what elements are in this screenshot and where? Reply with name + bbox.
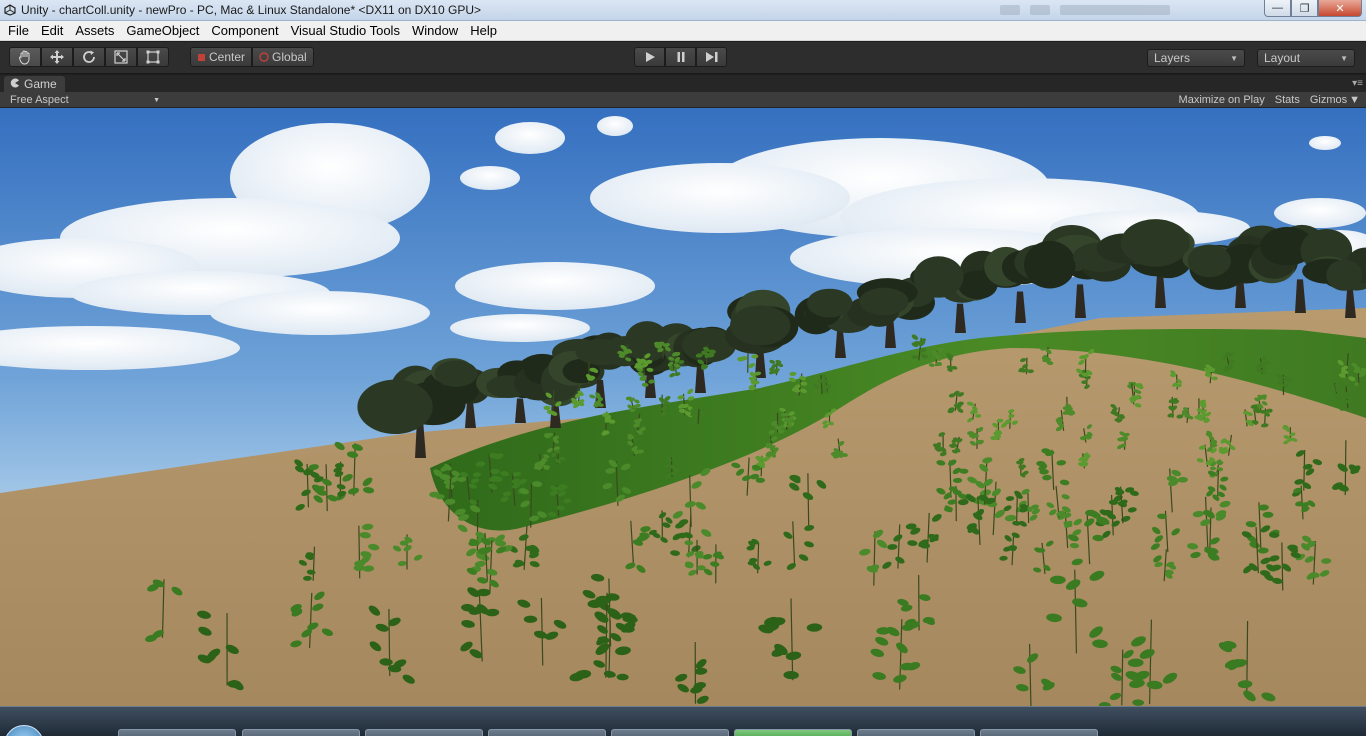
menu-help[interactable]: Help [464, 21, 503, 41]
menu-window[interactable]: Window [406, 21, 464, 41]
game-panel-tabbar: Game ▾≡ [0, 75, 1366, 92]
window-title: Unity - chartColl.unity - newPro - PC, M… [21, 3, 481, 17]
menu-gameobject[interactable]: GameObject [120, 21, 205, 41]
maximize-on-play-toggle[interactable]: Maximize on Play [1179, 94, 1265, 106]
gizmos-toggle[interactable]: Gizmos [1310, 94, 1347, 106]
os-taskbar [0, 706, 1366, 736]
window-title-bar: Unity - chartColl.unity - newPro - PC, M… [0, 0, 1366, 21]
scale-icon [113, 49, 129, 65]
step-icon [705, 51, 719, 63]
rect-tool-button[interactable] [137, 47, 169, 67]
step-button[interactable] [696, 47, 727, 67]
windows-start-icon[interactable] [4, 725, 44, 736]
pause-button[interactable] [665, 47, 696, 67]
play-button[interactable] [634, 47, 665, 67]
layout-dropdown[interactable]: Layout ▼ [1257, 49, 1355, 67]
taskbar-button-active[interactable] [734, 729, 852, 736]
taskbar-button[interactable] [980, 729, 1098, 736]
chevron-down-icon: ▼ [1230, 53, 1238, 63]
pivot-tools: Center Global [190, 47, 314, 67]
layers-dropdown[interactable]: Layers ▼ [1147, 49, 1245, 67]
menu-assets[interactable]: Assets [69, 21, 120, 41]
taskbar-button[interactable] [857, 729, 975, 736]
layout-label: Layout [1264, 51, 1301, 65]
play-controls [634, 47, 727, 67]
aspect-label: Free Aspect [10, 94, 69, 106]
menu-component[interactable]: Component [205, 21, 284, 41]
pivot-rotation-toggle[interactable]: Global [252, 47, 314, 67]
taskbar-button[interactable] [611, 729, 729, 736]
unity-logo-icon [3, 3, 17, 17]
taskbar-button[interactable] [242, 729, 360, 736]
layers-label: Layers [1154, 51, 1191, 65]
global-icon [259, 52, 269, 62]
game-tab-label: Game [24, 77, 57, 91]
rotate-icon [81, 49, 97, 65]
taskbar-button[interactable] [488, 729, 606, 736]
game-scene [0, 108, 1366, 706]
close-icon: ✕ [1335, 2, 1345, 15]
rect-icon [145, 49, 161, 65]
game-view-viewport[interactable] [0, 108, 1366, 706]
transform-tools [9, 47, 169, 67]
game-pacman-icon [10, 77, 20, 91]
pivot-mode-toggle[interactable]: Center [190, 47, 253, 67]
move-arrows-icon [49, 49, 65, 65]
hand-icon [17, 49, 33, 65]
close-button[interactable]: ✕ [1318, 0, 1362, 17]
editor-toolbar: Center Global Layers ▼ Layout ▼ [0, 42, 1366, 74]
menu-bar: File Edit Assets GameObject Component Vi… [0, 21, 1366, 41]
game-view-controls: Free Aspect ▼ Maximize on Play Stats Giz… [0, 92, 1366, 108]
pivot-mode-label: Center [209, 50, 246, 64]
chevron-down-icon[interactable]: ▼ [1349, 94, 1360, 106]
play-icon [644, 51, 656, 63]
pivot-rotation-label: Global [272, 50, 307, 64]
hand-tool-button[interactable] [9, 47, 41, 67]
taskbar-button[interactable] [118, 729, 236, 736]
tab-game[interactable]: Game [4, 76, 65, 92]
menu-visual-studio-tools[interactable]: Visual Studio Tools [285, 21, 406, 41]
rotate-tool-button[interactable] [73, 47, 105, 67]
menu-file[interactable]: File [2, 21, 35, 41]
chevron-down-icon: ▼ [1340, 53, 1348, 63]
pause-icon [675, 51, 687, 63]
minimize-button[interactable]: — [1264, 0, 1291, 17]
aspect-dropdown[interactable]: Free Aspect ▼ [4, 92, 166, 108]
stats-toggle[interactable]: Stats [1275, 94, 1300, 106]
restore-icon: ❐ [1299, 2, 1310, 15]
chevron-down-icon: ▼ [153, 96, 160, 104]
restore-button[interactable]: ❐ [1291, 0, 1318, 17]
taskbar-button[interactable] [365, 729, 483, 736]
minimize-icon: — [1272, 2, 1283, 14]
scale-tool-button[interactable] [105, 47, 137, 67]
title-bar-overlay [1000, 3, 1210, 17]
panel-menu-icon[interactable]: ▾≡ [1352, 78, 1363, 89]
menu-edit[interactable]: Edit [35, 21, 69, 41]
pivot-center-icon [197, 53, 206, 62]
game-view-options: Maximize on Play Stats Gizmos ▼ [1179, 92, 1360, 108]
move-tool-button[interactable] [41, 47, 73, 67]
window-controls: — ❐ ✕ [1264, 0, 1362, 17]
